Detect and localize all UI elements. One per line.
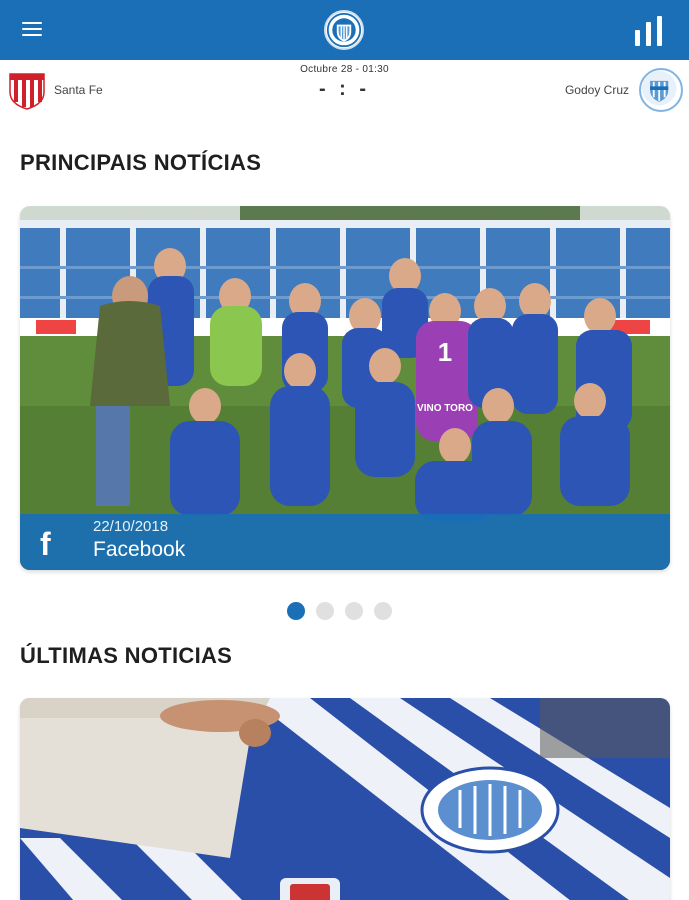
hamburger-menu-icon[interactable]: [22, 22, 42, 38]
match-strip[interactable]: Santa Fe Octubre 28 - 01:30 - : - Godoy …: [0, 60, 689, 122]
jersey-sponsor-text: VINO TORO: [417, 403, 473, 414]
latest-news-card[interactable]: [20, 698, 670, 900]
away-team-name: Godoy Cruz: [564, 83, 629, 97]
featured-date: 22/10/2018: [93, 518, 169, 535]
pager-dot[interactable]: [316, 602, 334, 620]
goalkeeper-number: 1: [438, 337, 452, 367]
away-team[interactable]: Godoy Cruz: [565, 68, 683, 112]
carousel-pager: [287, 602, 403, 620]
godoy-cruz-crest-icon: [639, 68, 683, 112]
featured-news-card[interactable]: 1 VINO TORO f 22/10/2018 Facebook: [20, 206, 670, 570]
facebook-icon: f: [40, 526, 51, 562]
pager-dot[interactable]: [345, 602, 363, 620]
pager-dot[interactable]: [374, 602, 392, 620]
app-bar: [0, 0, 689, 60]
club-crest-icon[interactable]: [324, 10, 364, 50]
section-title-ultimas: ÚLTIMAS NOTICIAS: [20, 643, 233, 668]
latest-news-photo: [20, 698, 670, 900]
section-title-principais: PRINCIPAIS NOTÍCIAS: [20, 150, 262, 175]
featured-caption-bar: f 22/10/2018 Facebook: [20, 514, 670, 570]
bar-chart-icon[interactable]: [635, 16, 663, 46]
pager-dot[interactable]: [287, 602, 305, 620]
featured-source: Facebook: [93, 538, 186, 561]
